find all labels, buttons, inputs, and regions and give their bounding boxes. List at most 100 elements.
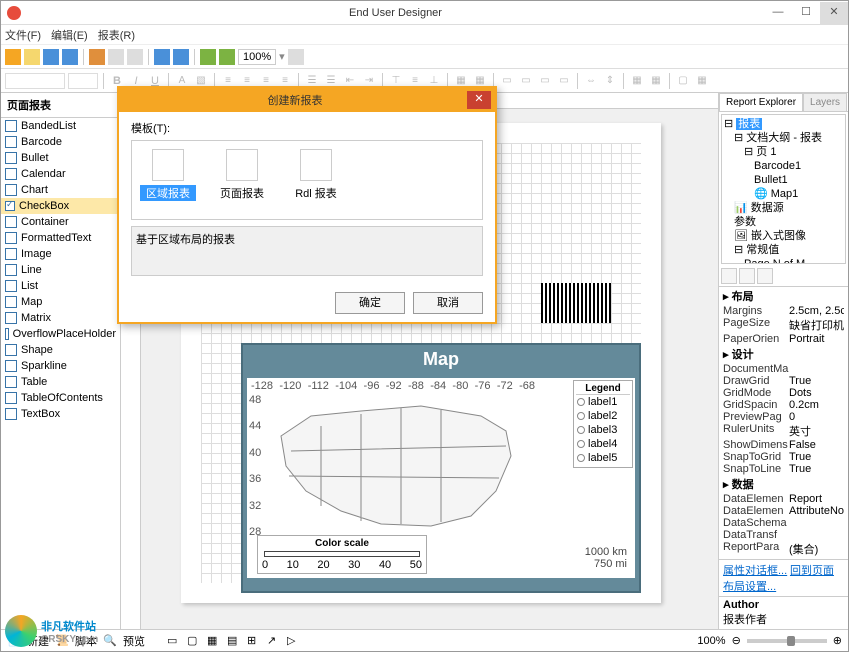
- toolbox-item-textbox[interactable]: TextBox: [1, 406, 120, 422]
- ok-button[interactable]: 确定: [335, 292, 405, 314]
- menu-edit[interactable]: 编辑(E): [51, 27, 88, 43]
- toolbox-item-sparkline[interactable]: Sparkline: [1, 358, 120, 374]
- zoom-minus-icon[interactable]: ⊖: [732, 634, 741, 647]
- toolbox-item-calendar[interactable]: Calendar: [1, 166, 120, 182]
- toolbox-item-formattedtext[interactable]: FormattedText: [1, 230, 120, 246]
- toolbox-item-checkbox[interactable]: CheckBox: [1, 198, 120, 214]
- distr-h-icon[interactable]: ⇔: [583, 73, 599, 89]
- toolbox-item-table[interactable]: Table: [1, 374, 120, 390]
- grid-icon[interactable]: ▦: [694, 73, 710, 89]
- zoom-plus-icon[interactable]: ⊕: [833, 634, 842, 647]
- paste-icon[interactable]: [127, 49, 143, 65]
- toolbox-item-overflowplaceholder[interactable]: OverflowPlaceHolder: [1, 326, 120, 342]
- prop-row[interactable]: DataElemenReport: [719, 493, 848, 505]
- prop-row[interactable]: SnapToLineTrue: [719, 463, 848, 475]
- toolbox-item-bullet[interactable]: Bullet: [1, 150, 120, 166]
- save-icon[interactable]: [43, 49, 59, 65]
- toolbox-item-container[interactable]: Container: [1, 214, 120, 230]
- map-control[interactable]: Map -128-120-112-104-96-92-88-84-80-76-7…: [241, 343, 641, 593]
- cut-icon[interactable]: [89, 49, 105, 65]
- toolbox-item-shape[interactable]: Shape: [1, 342, 120, 358]
- link-prop-dialog[interactable]: 属性对话框...: [723, 565, 787, 577]
- layout3-icon[interactable]: ▭: [537, 73, 553, 89]
- sb-tool2-icon[interactable]: ▢: [187, 634, 201, 648]
- toolbox-item-image[interactable]: Image: [1, 246, 120, 262]
- save-as-icon[interactable]: [62, 49, 78, 65]
- prop-row[interactable]: Margins2.5cm, 2.5cm: [719, 305, 848, 317]
- prop-row[interactable]: PageSize缺省打印机: [719, 317, 848, 333]
- layout-icon[interactable]: ▭: [499, 73, 515, 89]
- prop-row[interactable]: SnapToGridTrue: [719, 451, 848, 463]
- sb-preview[interactable]: 预览: [123, 633, 145, 649]
- toolbox-item-bandedlist[interactable]: BandedList: [1, 118, 120, 134]
- checkbox-icon: [5, 201, 15, 211]
- prop-row[interactable]: DrawGridTrue: [719, 375, 848, 387]
- prop-row[interactable]: ReportPara(集合): [719, 541, 848, 557]
- layout2-icon[interactable]: ▭: [518, 73, 534, 89]
- group-icon[interactable]: ▦: [629, 73, 645, 89]
- prop-row[interactable]: DataSchema: [719, 517, 848, 529]
- sb-tool1-icon[interactable]: ▭: [167, 634, 181, 648]
- menu-report[interactable]: 报表(R): [98, 27, 135, 43]
- border-icon[interactable]: ▢: [675, 73, 691, 89]
- prop-page-icon[interactable]: [757, 268, 773, 284]
- menu-file[interactable]: 文件(F): [5, 27, 41, 43]
- prop-row[interactable]: PreviewPag0: [719, 411, 848, 423]
- tab-report-explorer[interactable]: Report Explorer: [719, 93, 803, 111]
- open-icon[interactable]: [24, 49, 40, 65]
- cancel-button[interactable]: 取消: [413, 292, 483, 314]
- zoom-combo[interactable]: 100%: [238, 49, 276, 65]
- prop-row[interactable]: RulerUnits英寸: [719, 423, 848, 439]
- template-页面报表[interactable]: 页面报表: [214, 149, 270, 211]
- prop-row[interactable]: DocumentMa: [719, 363, 848, 375]
- tab-layers[interactable]: Layers: [803, 93, 847, 111]
- prop-cat-icon[interactable]: [721, 268, 737, 284]
- zoom-in-icon[interactable]: [219, 49, 235, 65]
- toolbox-item-tableofcontents[interactable]: TableOfContents: [1, 390, 120, 406]
- size-combo[interactable]: [68, 73, 98, 89]
- prop-row[interactable]: ShowDimensFalse: [719, 439, 848, 451]
- sb-tool4-icon[interactable]: ▤: [227, 634, 241, 648]
- pan-icon[interactable]: [288, 49, 304, 65]
- toolbox-item-chart[interactable]: Chart: [1, 182, 120, 198]
- layout4-icon[interactable]: ▭: [556, 73, 572, 89]
- template-Rdl 报表[interactable]: Rdl 报表: [288, 149, 344, 211]
- copy-icon[interactable]: [108, 49, 124, 65]
- sb-tool5-icon[interactable]: ⊞: [247, 634, 261, 648]
- prop-az-icon[interactable]: [739, 268, 755, 284]
- distr-v-icon[interactable]: ⇕: [602, 73, 618, 89]
- ungroup-icon[interactable]: ▦: [648, 73, 664, 89]
- prop-group-layout[interactable]: ▸ 布局: [719, 287, 848, 305]
- prop-row[interactable]: GridModeDots: [719, 387, 848, 399]
- template-list[interactable]: 区域报表页面报表 Rdl 报表: [131, 140, 483, 220]
- property-grid[interactable]: ▸ 布局Margins2.5cm, 2.5cmPageSize缺省打印机Pape…: [719, 287, 848, 559]
- prop-row[interactable]: DataTransf: [719, 529, 848, 541]
- sb-tool6-icon[interactable]: ↗: [267, 634, 281, 648]
- prop-group-design[interactable]: ▸ 设计: [719, 345, 848, 363]
- dialog-close-button[interactable]: ✕: [467, 91, 491, 109]
- toolbox-item-line[interactable]: Line: [1, 262, 120, 278]
- new-icon[interactable]: [5, 49, 21, 65]
- redo-icon[interactable]: [173, 49, 189, 65]
- sb-tool3-icon[interactable]: ▦: [207, 634, 221, 648]
- maximize-button[interactable]: ☐: [792, 2, 820, 24]
- close-button[interactable]: ✕: [820, 2, 848, 24]
- undo-icon[interactable]: [154, 49, 170, 65]
- barcode-control[interactable]: [541, 283, 611, 323]
- sb-tool7-icon[interactable]: ▷: [287, 634, 301, 648]
- template-区域报表[interactable]: 区域报表: [140, 149, 196, 211]
- report-explorer-tree[interactable]: ⊟ 报表 ⊟ 文档大纲 - 报表 ⊟ 页 1 Barcode1 Bullet1 …: [721, 114, 846, 264]
- zoom-out-icon[interactable]: [200, 49, 216, 65]
- prop-group-data[interactable]: ▸ 数据: [719, 475, 848, 493]
- toolbox-item-matrix[interactable]: Matrix: [1, 310, 120, 326]
- toolbox-item-barcode[interactable]: Barcode: [1, 134, 120, 150]
- minimize-button[interactable]: —: [764, 2, 792, 24]
- prop-row[interactable]: GridSpacin0.2cm: [719, 399, 848, 411]
- prop-row[interactable]: PaperOrienPortrait: [719, 333, 848, 345]
- font-combo[interactable]: [5, 73, 65, 89]
- preview-icon[interactable]: 🔍: [103, 634, 117, 648]
- toolbox-item-map[interactable]: Map: [1, 294, 120, 310]
- toolbox-item-list[interactable]: List: [1, 278, 120, 294]
- zoom-slider[interactable]: [747, 639, 827, 643]
- prop-row[interactable]: DataElemenAttributeNorm: [719, 505, 848, 517]
